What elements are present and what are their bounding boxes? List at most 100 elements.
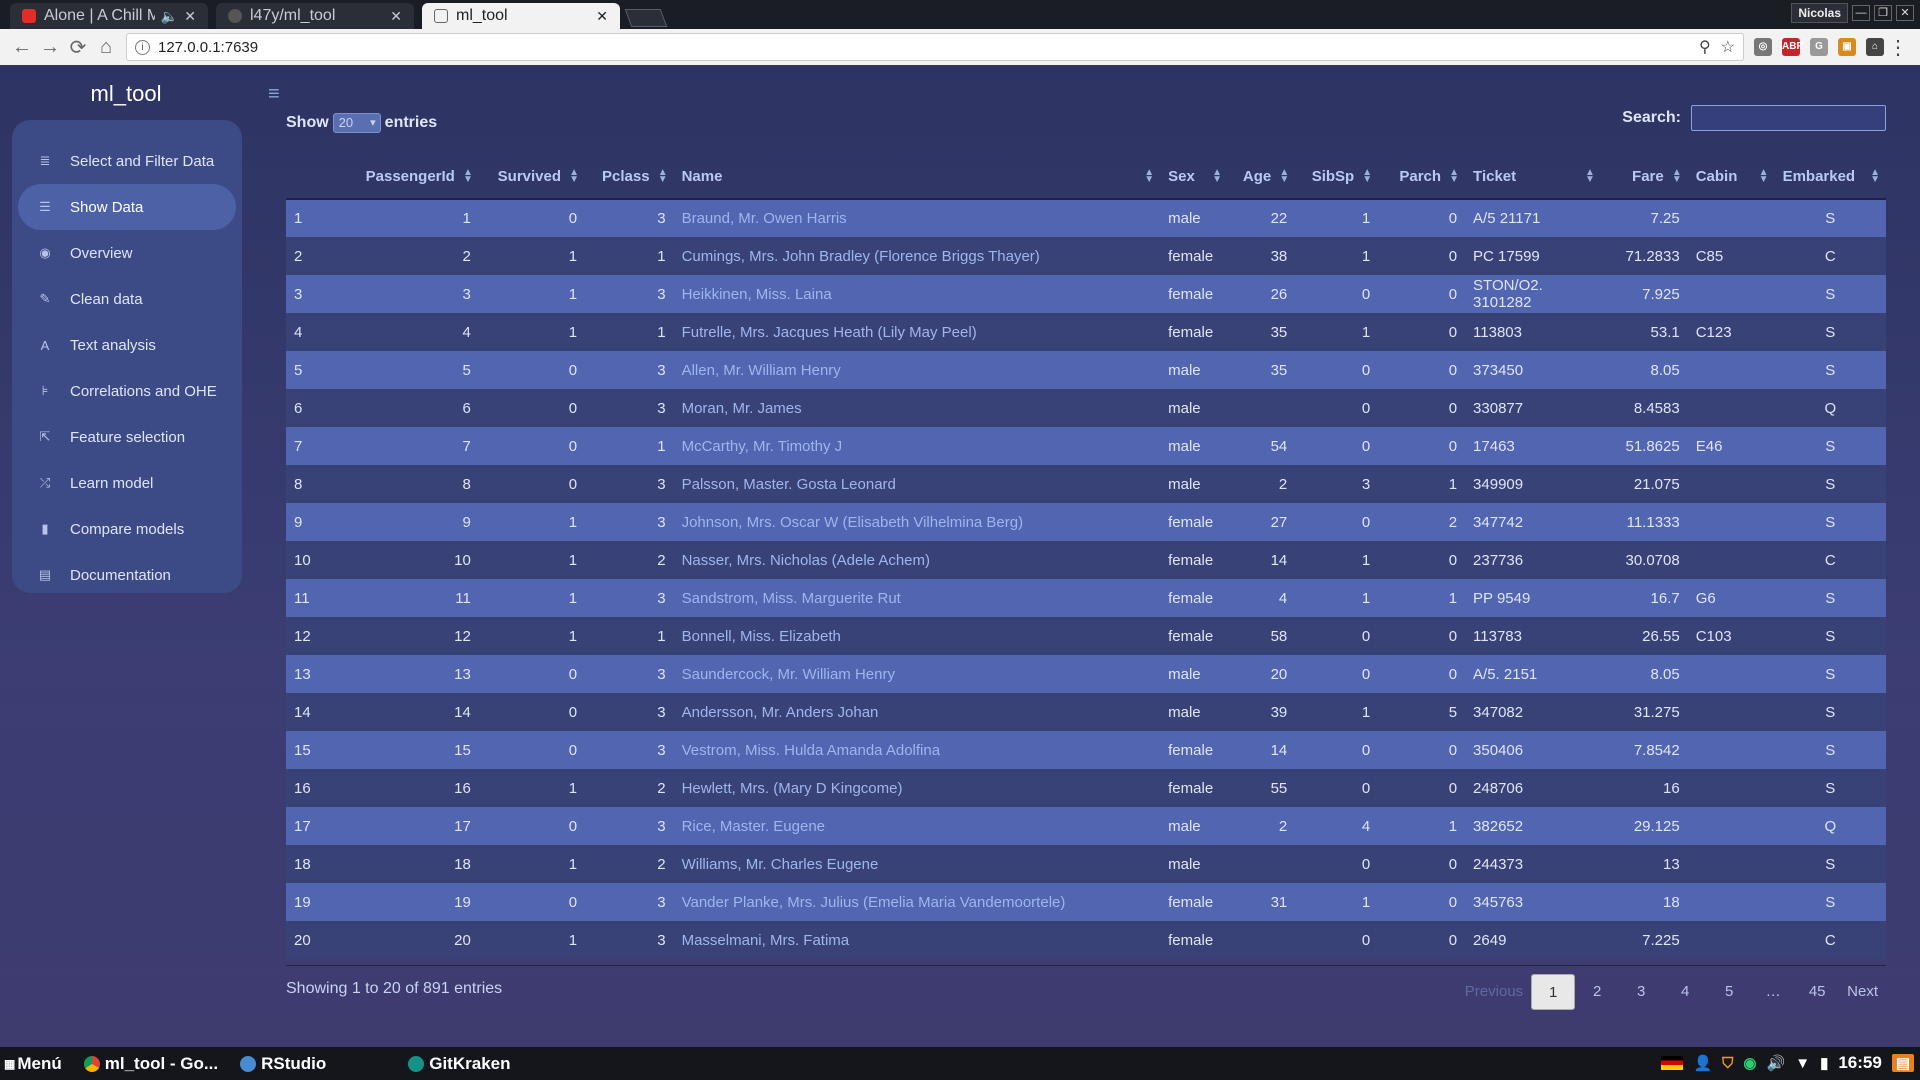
sidebar-item-compare-models[interactable]: ▮ Compare models — [18, 506, 236, 552]
column-header-parch[interactable]: Parch ▲ ▼ — [1378, 155, 1466, 200]
table-row[interactable]: 16 16 1 2 Hewlett, Mrs. (Mary D Kingcome) fem… — [286, 769, 1886, 807]
page-button[interactable]: 2 — [1575, 974, 1619, 1010]
table-row[interactable]: 4 4 1 1 Futrelle, Mrs. Jacques Heath (Lily M… — [286, 313, 1886, 351]
info-icon[interactable]: i — [135, 39, 150, 55]
table-row[interactable]: 1 1 0 3 Braund, Mr. Owen Harris male 22 1 0 A/5 2… — [286, 199, 1886, 237]
table-cell-parch: 1 — [1378, 465, 1466, 503]
reload-icon[interactable]: ⟳ — [64, 35, 92, 60]
keyboard-layout-icon[interactable] — [1661, 1056, 1684, 1070]
address-bar[interactable]: i 127.0.0.1:7639 ⚲ ☆ — [126, 33, 1744, 61]
shield-icon[interactable]: ⛉ — [1722, 1055, 1733, 1072]
table-row[interactable]: 6 6 0 3 Moran, Mr. James male 0 0 330877 8.4583 Q — [286, 389, 1886, 427]
minimize-icon[interactable]: — — [1852, 5, 1870, 21]
page-button[interactable]: 3 — [1619, 974, 1663, 1010]
table-row[interactable]: 13 13 0 3 Saundercock, Mr. William Henry male… — [286, 655, 1886, 693]
table-cell-parch: 0 — [1378, 427, 1466, 465]
column-header-fare[interactable]: Fare ▲ ▼ — [1600, 155, 1688, 200]
table-cell-sex: female — [1160, 237, 1229, 275]
volume-icon[interactable]: 🔊 — [1767, 1054, 1786, 1072]
home-icon[interactable]: ⌂ — [92, 36, 120, 59]
sidebar-item-documentation[interactable]: ▤ Documentation — [18, 552, 236, 598]
column-header-age[interactable]: Age ▲ ▼ — [1228, 155, 1296, 200]
table-row[interactable]: 17 17 0 3 Rice, Master. Eugene male 2 4 1 382652 2… — [286, 807, 1886, 845]
page-button[interactable]: 4 — [1663, 974, 1707, 1010]
previous-page-button[interactable]: Previous — [1457, 974, 1531, 1010]
column-header-sex[interactable]: Sex ▲ ▼ — [1160, 155, 1229, 200]
column-header-pclass[interactable]: Pclass ▲ ▼ — [585, 155, 674, 200]
table-cell-fare: 11.1333 — [1600, 503, 1688, 541]
table-cell-age: 58 — [1228, 617, 1296, 655]
table-row[interactable]: 15 15 0 3 Vestrom, Miss. Hulda Amanda Adolfi… — [286, 731, 1886, 769]
column-header-ticket[interactable]: Ticket ▲ ▼ — [1465, 155, 1601, 200]
table-row[interactable]: 11 11 1 3 Sandstrom, Miss. Marguerite Rut fem… — [286, 579, 1886, 617]
browser-tab[interactable]: l47y/ml_tool ✕ — [216, 3, 414, 29]
table-row[interactable]: 7 7 0 1 McCarthy, Mr. Timothy Jmale 54 0 0 17463… — [286, 427, 1886, 465]
grammarly-icon[interactable]: G — [1810, 38, 1828, 56]
table-row[interactable]: 5 5 0 3 Allen, Mr. William Henry male 35 0 0 3734… — [286, 351, 1886, 389]
table-controls: Show 20 entries Search: — [286, 105, 1886, 155]
forward-icon[interactable]: → — [36, 36, 64, 59]
wifi-icon[interactable]: ▼ — [1795, 1055, 1810, 1072]
sidebar-item-text-analysis[interactable]: A Text analysis — [18, 322, 236, 368]
column-header-name[interactable]: Name ▲ ▼ — [673, 155, 1161, 200]
close-tab-icon[interactable]: ✕ — [184, 8, 196, 25]
column-header-embarked[interactable]: Embarked ▲ ▼ — [1774, 155, 1886, 200]
page-button[interactable]: 1 — [1531, 974, 1576, 1010]
zoom-icon[interactable]: ⚲ — [1699, 37, 1711, 57]
browser-tab-active[interactable]: ml_tool ✕ — [422, 3, 620, 29]
table-cell-sex: female — [1160, 541, 1229, 579]
table-row[interactable]: 14 14 0 3 Andersson, Mr. Anders Johan male 39 1… — [286, 693, 1886, 731]
table-row[interactable]: 10 10 1 2 Nasser, Mrs. Nicholas (Adele Achem… — [286, 541, 1886, 579]
entries-select[interactable]: 20 — [332, 113, 381, 133]
sidebar-item-show-data[interactable]: ☰ Show Data — [18, 184, 236, 230]
next-page-button[interactable]: Next — [1839, 974, 1886, 1010]
sidebar-item-correlations-and-ohe[interactable]: ⊧ Correlations and OHE — [18, 368, 236, 414]
sidebar-item-select-and-filter-data[interactable]: ≣ Select and Filter Data — [18, 138, 236, 184]
column-header-sibsp[interactable]: SibSp ▲ ▼ — [1295, 155, 1379, 200]
table-row[interactable]: 12 12 1 1 Bonnell, Miss. Elizabeth female 58 0 0… — [286, 617, 1886, 655]
table-row[interactable]: 9 9 1 3 Johnson, Mrs. Oscar W (Elisabeth Vil… — [286, 503, 1886, 541]
page-button[interactable]: 5 — [1707, 974, 1751, 1010]
taskbar-item-rstudio[interactable]: RStudio — [240, 1054, 326, 1074]
network-icon[interactable]: ◉ — [1743, 1054, 1756, 1072]
sidebar-item-clean-data[interactable]: ✎ Clean data — [18, 276, 236, 322]
table-row[interactable]: 3 3 1 3 Heikkinen, Miss. Laina female 26 0 0 STON… — [286, 275, 1886, 313]
sidebar-item-overview[interactable]: ◉ Overview — [18, 230, 236, 276]
restore-icon[interactable]: ❐ — [1874, 5, 1892, 21]
user-icon[interactable]: 👤 — [1693, 1054, 1712, 1072]
adblock-icon[interactable]: ABP — [1782, 38, 1803, 56]
close-tab-icon[interactable]: ✕ — [390, 8, 402, 25]
column-header-index[interactable] — [286, 155, 344, 200]
table-row[interactable]: 8 8 0 3 Palsson, Master. Gosta Leonard male 2 3… — [286, 465, 1886, 503]
notification-icon[interactable]: ▤ — [1891, 1054, 1914, 1072]
hamburger-menu-icon[interactable]: ≡ — [268, 83, 280, 106]
column-header-survived[interactable]: Survived ▲ ▼ — [478, 155, 586, 200]
extension-icon[interactable]: ▣ — [1838, 38, 1856, 56]
profile-button[interactable]: Nicolas — [1791, 3, 1848, 23]
search-input[interactable] — [1691, 105, 1886, 131]
start-menu-button[interactable]: ▦ Menú — [4, 1054, 62, 1074]
table-cell-name: Johnson, Mrs. Oscar W (Elisabeth Vilhelm… — [673, 503, 1161, 541]
speaker-icon[interactable]: 🔈 — [161, 8, 178, 25]
sidebar-item-feature-selection[interactable]: ⇱ Feature selection — [18, 414, 236, 460]
column-header-cabin[interactable]: Cabin ▲ ▼ — [1687, 155, 1775, 200]
table-row[interactable]: 19 19 0 3 Vander Planke, Mrs. Julius (Emelia… — [286, 883, 1886, 921]
star-icon[interactable]: ☆ — [1721, 37, 1735, 57]
battery-icon[interactable]: ▮ — [1820, 1054, 1828, 1072]
new-tab-button[interactable] — [624, 9, 668, 27]
menu-dots-icon[interactable]: ⋮ — [1884, 35, 1912, 60]
table-row[interactable]: 18 18 1 2 Williams, Mr. Charles Eugene male 0 0… — [286, 845, 1886, 883]
sidebar-item-learn-model[interactable]: ⤮ Learn model — [18, 460, 236, 506]
back-icon[interactable]: ← — [8, 36, 36, 59]
browser-tab[interactable]: Alone | A Chill M 🔈 ✕ — [10, 3, 208, 29]
close-window-icon[interactable]: ✕ — [1896, 5, 1914, 21]
extension-icon[interactable]: ⌂ — [1866, 38, 1884, 56]
table-row[interactable]: 20 20 1 3 Masselmani, Mrs. Fatima female 0 0 264… — [286, 921, 1886, 959]
extension-icon[interactable]: ◎ — [1754, 38, 1772, 56]
close-tab-icon[interactable]: ✕ — [596, 8, 608, 25]
column-header-passengerid[interactable]: PassengerId ▲ ▼ — [343, 155, 479, 200]
page-button[interactable]: 45 — [1795, 974, 1839, 1010]
taskbar-item-chrome[interactable]: ml_tool - Go... — [83, 1054, 218, 1074]
table-row[interactable]: 2 2 1 1 Cumings, Mrs. John Bradley (Florence… — [286, 237, 1886, 275]
taskbar-item-gitkraken[interactable]: GitKraken — [408, 1054, 510, 1074]
